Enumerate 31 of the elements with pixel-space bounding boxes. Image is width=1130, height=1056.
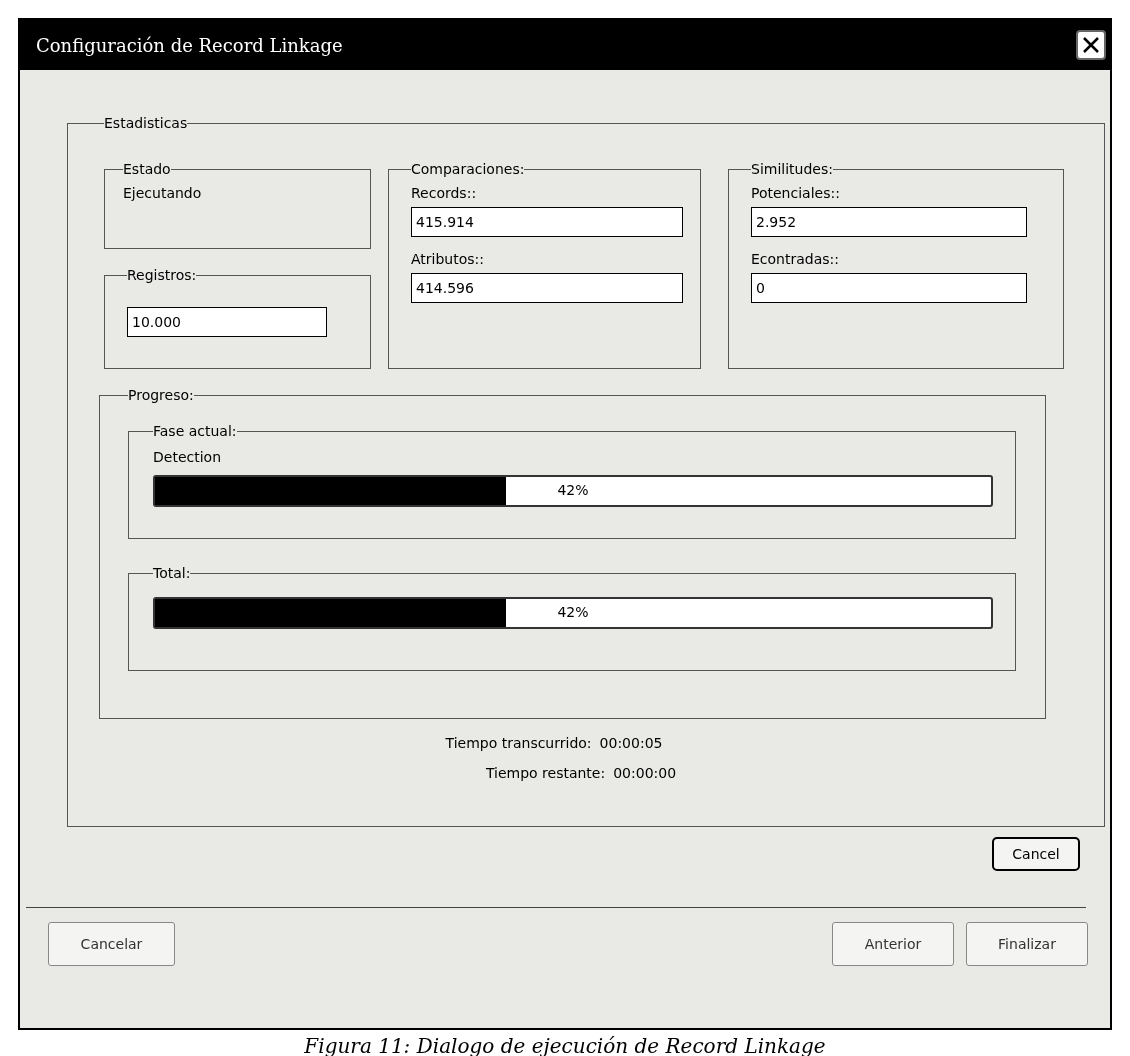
- group-title: Estado: [123, 161, 171, 177]
- group-title: Progreso:: [128, 387, 194, 403]
- progress-reading: 42%: [556, 482, 590, 498]
- progress-reading: 42%: [556, 604, 590, 620]
- time-label: Tiempo transcurrido:: [445, 735, 592, 751]
- input-field[interactable]: 2.952: [751, 207, 1027, 237]
- group-title: Total:: [153, 565, 191, 581]
- input-field[interactable]: 0: [751, 273, 1027, 303]
- time-value: 00:00:05: [599, 735, 663, 751]
- input-field[interactable]: 10.000: [127, 307, 327, 337]
- group-title: Estadisticas: [104, 115, 188, 131]
- group-title: Similitudes:: [751, 161, 833, 177]
- time-label: Tiempo restante:: [485, 765, 606, 781]
- close-button[interactable]: [1076, 30, 1106, 60]
- field-label: Atributos::: [411, 251, 485, 267]
- input-field[interactable]: 415.914: [411, 207, 683, 237]
- group-title: Fase actual:: [153, 423, 237, 439]
- field-label: Records::: [411, 185, 478, 201]
- input-field[interactable]: 414.596: [411, 273, 683, 303]
- status-text: Ejecutando: [123, 185, 203, 201]
- field-label: Econtradas::: [751, 251, 840, 267]
- group-title: Comparaciones:: [411, 161, 525, 177]
- footer-button[interactable]: Cancelar: [48, 922, 175, 966]
- group-title: Registros:: [127, 267, 197, 283]
- time-value: 00:00:00: [613, 765, 677, 781]
- footer-button[interactable]: Finalizar: [966, 922, 1088, 966]
- phase-name: Detection: [153, 449, 222, 465]
- footer-button[interactable]: Anterior: [832, 922, 954, 966]
- cancel-button[interactable]: Cancel: [992, 837, 1080, 871]
- window-title: Configuración de Record Linkage: [36, 34, 343, 56]
- field-label: Potenciales::: [751, 185, 841, 201]
